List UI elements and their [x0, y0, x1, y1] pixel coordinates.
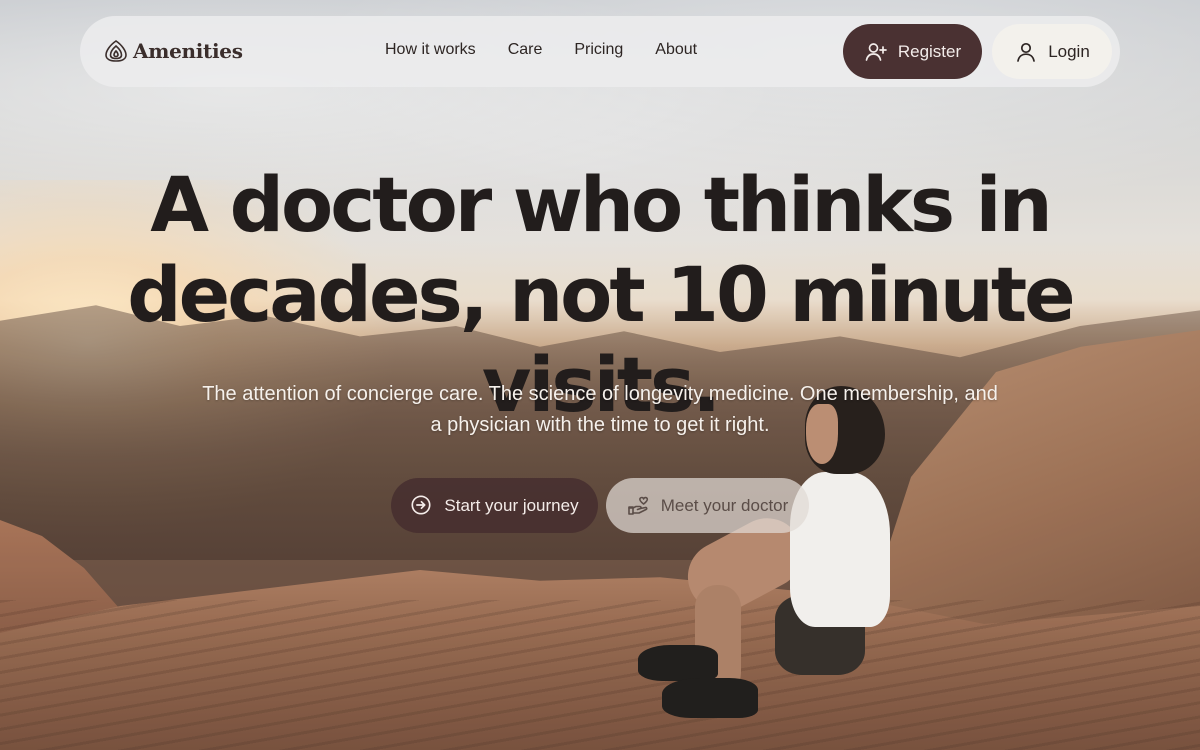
start-journey-button[interactable]: Start your journey [391, 478, 598, 533]
register-button[interactable]: Register [843, 24, 982, 79]
nav-links: How it works Care Pricing About [385, 41, 729, 59]
meet-doctor-label: Meet your doctor [660, 495, 789, 515]
arrow-circle-right-icon [410, 494, 434, 518]
cta-row: Start your journey Meet your doctor [0, 478, 1200, 534]
hero-subtitle: The attention of concierge care. The sci… [202, 383, 998, 436]
brand-logo[interactable]: Amenities [104, 39, 243, 63]
login-button[interactable]: Login [992, 24, 1112, 79]
user-icon [1014, 40, 1038, 64]
user-plus-icon [864, 40, 888, 64]
register-label: Register [897, 41, 962, 61]
nav-link-about[interactable]: About [655, 41, 697, 59]
login-label: Login [1048, 41, 1090, 61]
top-navbar: Amenities How it works Care Pricing Abou… [80, 16, 1120, 87]
brand-name: Amenities [133, 39, 243, 63]
nav-link-how-it-works[interactable]: How it works [385, 41, 476, 59]
hero-title-line-1: A doctor who thinks in [150, 160, 1052, 249]
start-journey-label: Start your journey [444, 495, 579, 515]
meet-doctor-button[interactable]: Meet your doctor [606, 478, 809, 533]
concentric-shell-logo-icon [104, 39, 128, 63]
nav-link-care[interactable]: Care [508, 41, 543, 59]
hand-heart-icon [627, 494, 651, 518]
nav-link-pricing[interactable]: Pricing [574, 41, 623, 59]
